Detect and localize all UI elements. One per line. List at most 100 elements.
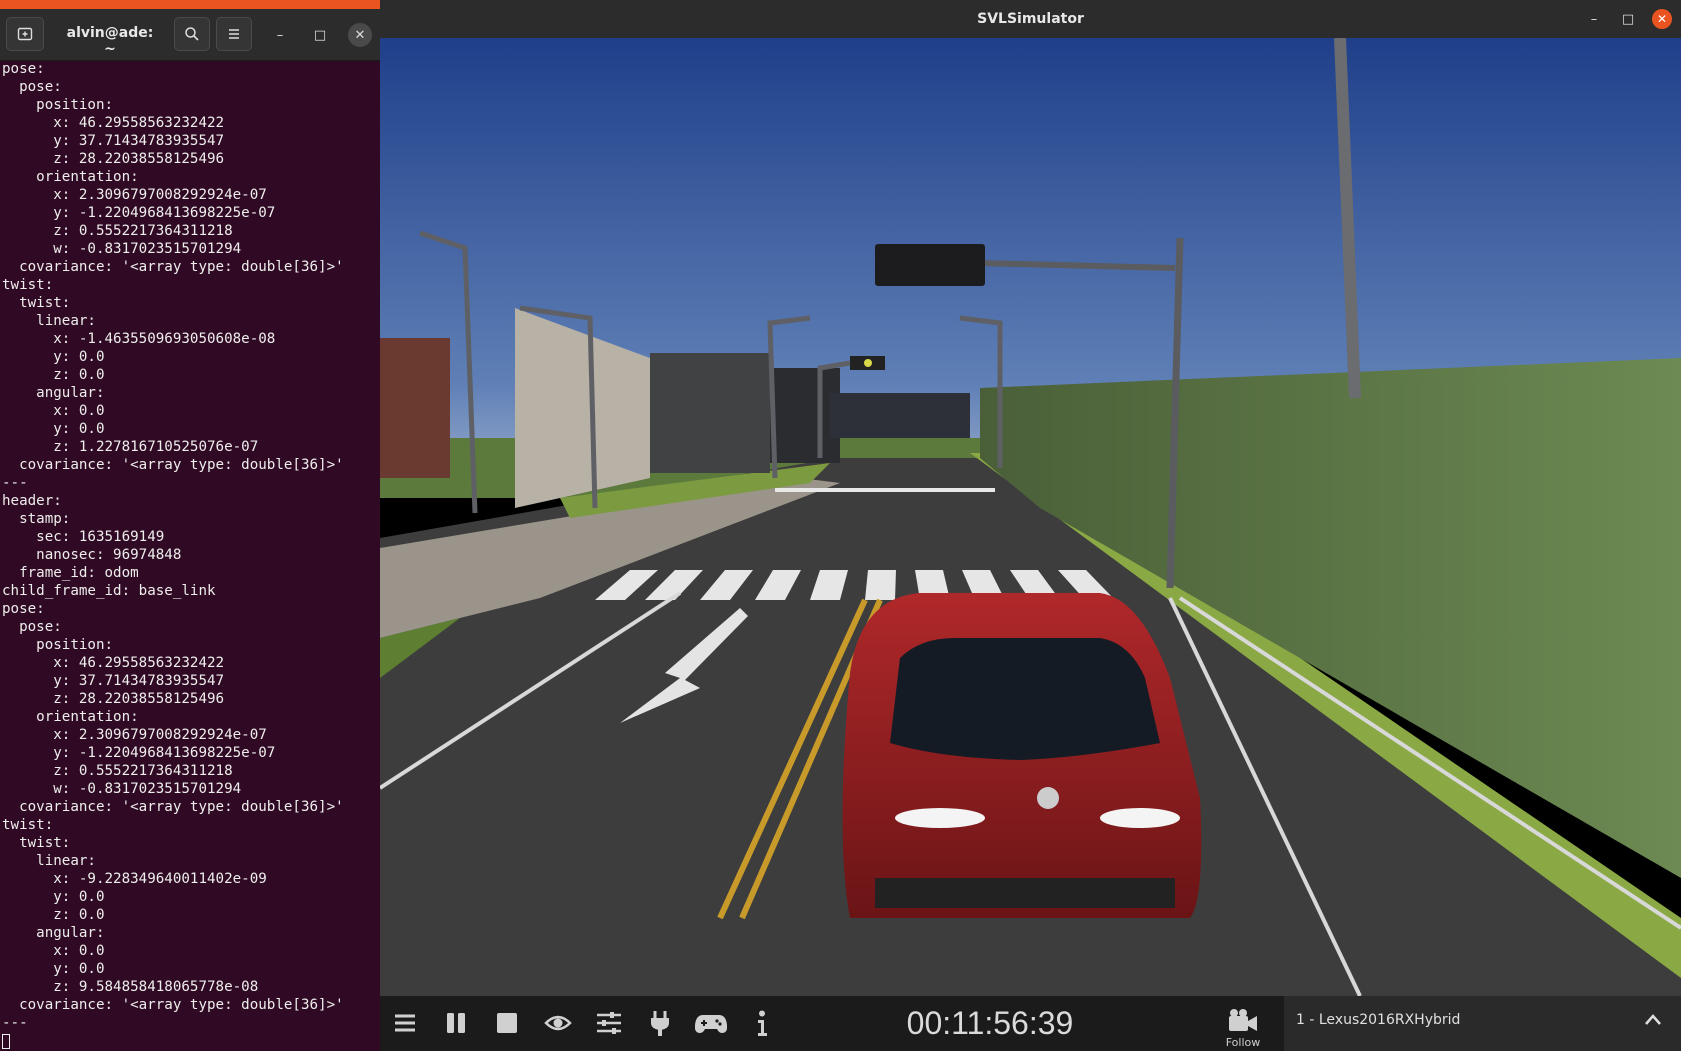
- scene-render: [380, 38, 1681, 996]
- terminal-line: w: -0.8317023515701294: [2, 241, 242, 257]
- terminal-line: y: 37.71434783935547: [2, 133, 225, 149]
- terminal-titlebar: alvin@ade: ~ – □ ✕: [0, 9, 380, 61]
- plug-icon: [651, 1011, 669, 1036]
- terminal-line: orientation:: [2, 169, 139, 185]
- vehicle-selector[interactable]: 1 - Lexus2016RXHybrid: [1284, 996, 1681, 1051]
- overpass: [830, 393, 970, 438]
- terminal-line: x: 0.0: [2, 403, 105, 419]
- terminal-line: covariance: '<array type: double[36]>': [2, 457, 344, 473]
- terminal-line: orientation:: [2, 709, 139, 725]
- terminal-minimize-button[interactable]: –: [268, 23, 292, 47]
- eye-icon: [544, 1015, 572, 1031]
- far-crosswalk: [775, 488, 995, 492]
- terminal-focus-accent: [0, 0, 380, 9]
- simulator-maximize-button[interactable]: □: [1618, 9, 1638, 29]
- hamburger-menu-icon: [229, 29, 239, 39]
- terminal-line: x: 46.29558563232422: [2, 655, 225, 671]
- new-tab-button[interactable]: [6, 17, 44, 51]
- simulator-minimize-button[interactable]: –: [1584, 9, 1604, 29]
- terminal-line: y: -1.2204968413698225e-07: [2, 745, 276, 761]
- terminal-line: x: 2.3096797008292924e-07: [2, 187, 267, 203]
- dark-building: [650, 353, 770, 473]
- terminal-line: x: 0.0: [2, 943, 105, 959]
- terminal-line: w: -0.8317023515701294: [2, 781, 242, 797]
- visibility-button[interactable]: [541, 1006, 575, 1040]
- traffic-light-lamp: [864, 359, 872, 367]
- stop-icon: [497, 1013, 517, 1033]
- terminal-line: y: 0.0: [2, 889, 105, 905]
- terminal-line: angular:: [2, 385, 105, 401]
- terminal-line: z: 28.22038558125496: [2, 151, 225, 167]
- terminal-line: header:: [2, 493, 62, 509]
- dark-building-2: [770, 368, 840, 463]
- traffic-sign: [875, 244, 985, 286]
- terminal-line: position:: [2, 637, 114, 653]
- terminal-line: pose:: [2, 61, 45, 77]
- pause-button[interactable]: [439, 1006, 473, 1040]
- terminal-line: pose:: [2, 619, 62, 635]
- terminal-line: twist:: [2, 817, 54, 833]
- info-button[interactable]: [745, 1006, 779, 1040]
- terminal-menu-button[interactable]: [216, 17, 252, 51]
- terminal-line: x: 2.3096797008292924e-07: [2, 727, 267, 743]
- search-icon: [185, 27, 199, 41]
- terminal-line: twist:: [2, 277, 54, 293]
- simulator-toolbar: 00:11:56:39 Follow 1 - Lexus2016RXHybrid: [380, 996, 1681, 1051]
- terminal-line: y: 0.0: [2, 421, 105, 437]
- terminal-line: z: 28.22038558125496: [2, 691, 225, 707]
- terminal-search-button[interactable]: [174, 17, 210, 51]
- left-shop: [380, 338, 450, 478]
- terminal-window: alvin@ade: ~ – □ ✕ pose: pose: position:…: [0, 0, 380, 1051]
- terminal-cursor: [2, 1034, 10, 1049]
- terminal-line: y: 0.0: [2, 349, 105, 365]
- terminal-line: linear:: [2, 313, 96, 329]
- simulation-viewport[interactable]: [380, 38, 1681, 996]
- terminal-line: ---: [2, 475, 28, 491]
- terminal-line: z: 9.584858418065778e-08: [2, 979, 259, 995]
- chevron-up-icon: [1645, 1014, 1661, 1025]
- terminal-line: x: 46.29558563232422: [2, 115, 225, 131]
- camera-follow-button[interactable]: Follow: [1213, 1002, 1273, 1050]
- simulator-close-button[interactable]: ✕: [1652, 9, 1672, 29]
- terminal-line: y: -1.2204968413698225e-07: [2, 205, 276, 221]
- terminal-line: twist:: [2, 835, 71, 851]
- video-camera-icon: [1229, 1009, 1257, 1031]
- terminal-line: sec: 1635169149: [2, 529, 165, 545]
- pause-icon: [447, 1013, 465, 1033]
- terminal-line: z: 0.0: [2, 367, 105, 383]
- terminal-line: z: 1.227816710525076e-07: [2, 439, 259, 455]
- info-icon: [758, 1010, 767, 1036]
- terminal-line: pose:: [2, 601, 45, 617]
- simulator-title: SVLSimulator: [977, 11, 1084, 27]
- terminal-title: alvin@ade: ~: [66, 25, 154, 57]
- terminal-line: angular:: [2, 925, 105, 941]
- settings-button[interactable]: [592, 1006, 626, 1040]
- terminal-close-button[interactable]: ✕: [348, 23, 372, 47]
- terminal-line: z: 0.5552217364311218: [2, 763, 233, 779]
- terminal-line: nanosec: 96974848: [2, 547, 182, 563]
- stop-button[interactable]: [490, 1006, 524, 1040]
- terminal-line: position:: [2, 97, 114, 113]
- menu-button[interactable]: [388, 1006, 422, 1040]
- simulator-titlebar: SVLSimulator – □ ✕: [380, 0, 1681, 39]
- menu-icon: [395, 1014, 415, 1032]
- terminal-line: x: -9.228349640011402e-09: [2, 871, 267, 887]
- terminal-line: frame_id: odom: [2, 565, 139, 581]
- terminal-line: ---: [2, 1015, 28, 1031]
- terminal-line: pose:: [2, 79, 62, 95]
- camera-mode-label: Follow: [1225, 1036, 1261, 1049]
- simulator-window: SVLSimulator – □ ✕ 00:11:56:39 Follow 1 …: [380, 0, 1681, 1051]
- terminal-line: child_frame_id: base_link: [2, 583, 216, 599]
- ego-vehicle: [842, 593, 1202, 918]
- terminal-line: covariance: '<array type: double[36]>': [2, 799, 344, 815]
- terminal-line: x: -1.4635509693050608e-08: [2, 331, 276, 347]
- bridge-button[interactable]: [643, 1006, 677, 1040]
- sliders-icon: [597, 1012, 621, 1034]
- controls-button[interactable]: [694, 1006, 728, 1040]
- gamepad-icon: [695, 1015, 727, 1033]
- terminal-line: twist:: [2, 295, 71, 311]
- terminal-line: stamp:: [2, 511, 71, 527]
- terminal-output[interactable]: pose: pose: position: x: 46.295585632324…: [2, 60, 378, 1050]
- terminal-line: y: 37.71434783935547: [2, 673, 225, 689]
- terminal-maximize-button[interactable]: □: [308, 23, 332, 47]
